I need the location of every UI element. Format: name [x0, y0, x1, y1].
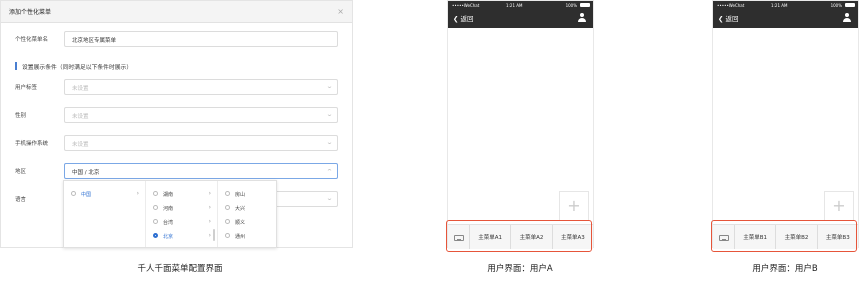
phone-user-a: •••••WeChat 1:21 AM 100% ❮ 返回 + 主菜单A1 主菜…: [447, 0, 594, 249]
carrier-text: •••••WeChat: [717, 3, 745, 8]
chevron-down-icon: ⌄: [325, 139, 334, 146]
radio-icon: [153, 191, 158, 196]
phone-user-b: •••••WeChat 1:21 AM 100% ❮ 返回 + 主菜单B1 主菜…: [712, 0, 859, 249]
region-row: 地区 中国 / 北京 ⌄: [1, 163, 354, 179]
menu-highlight-box: [711, 220, 857, 252]
gender-label: 性别: [15, 113, 27, 119]
battery-percent: 100%: [565, 3, 577, 8]
plus-icon[interactable]: +: [824, 191, 854, 221]
nav-bar: ❮ 返回: [448, 9, 593, 28]
country-option-china[interactable]: 中国 ›: [64, 189, 145, 199]
menu-name-value: 北京地区专属菜单: [72, 38, 117, 44]
radio-checked-icon: [153, 233, 158, 238]
user-tag-row: 用户标签 未设置 ⌄: [1, 79, 354, 95]
user-tag-select[interactable]: 未设置 ⌄: [64, 79, 338, 95]
dialog-header: 添加个性化菜单 ×: [1, 1, 352, 23]
city-column: 房山 大兴 顺义 通州: [218, 181, 276, 247]
language-label: 语言: [15, 197, 27, 203]
province-label: 湖南: [163, 191, 174, 198]
back-label: 返回: [725, 15, 739, 23]
menu-name-label: 个性化菜单名: [15, 37, 49, 43]
carrier-text: •••••WeChat: [452, 3, 480, 8]
battery-icon: [580, 3, 590, 7]
province-column: 湖南 › 河南 › 台湾 › 北京 ›: [146, 181, 218, 247]
city-option[interactable]: 顺义: [218, 217, 276, 227]
dialog-title: 添加个性化菜单: [9, 9, 52, 16]
province-option[interactable]: 湖南 ›: [146, 189, 217, 199]
region-select[interactable]: 中国 / 北京 ⌄: [64, 163, 338, 179]
radio-icon: [71, 191, 76, 196]
city-option[interactable]: 大兴: [218, 203, 276, 213]
chevron-right-icon: ›: [208, 217, 211, 225]
chevron-up-icon: ⌄: [325, 167, 334, 174]
city-label: 大兴: [235, 205, 246, 212]
chevron-right-icon: ›: [136, 189, 139, 197]
caption-config: 千人千面菜单配置界面: [137, 264, 223, 274]
user-profile-icon[interactable]: [842, 13, 852, 23]
province-label: 河南: [163, 205, 174, 212]
region-cascader: 中国 › 湖南 › 河南 › 台湾 › 北京 › 房山 大兴 顺义 通州: [63, 180, 277, 248]
chevron-right-icon: ›: [208, 231, 211, 239]
scrollbar[interactable]: [213, 229, 215, 241]
gender-placeholder: 未设置: [72, 114, 89, 120]
radio-icon: [153, 205, 158, 210]
province-label: 北京: [163, 233, 174, 240]
radio-icon: [225, 219, 230, 224]
user-tag-placeholder: 未设置: [72, 86, 89, 92]
battery-icon: [845, 3, 855, 7]
chevron-down-icon: ⌄: [325, 83, 334, 90]
user-profile-icon[interactable]: [577, 13, 587, 23]
chevron-right-icon: ›: [208, 189, 211, 197]
status-bar: •••••WeChat 1:21 AM 100%: [448, 1, 593, 9]
caption-user-a: 用户界面：用户A: [487, 264, 553, 274]
menu-name-input[interactable]: 北京地区专属菜单: [64, 31, 338, 47]
province-option[interactable]: 台湾 ›: [146, 217, 217, 227]
province-option-selected[interactable]: 北京 ›: [146, 231, 217, 241]
back-button[interactable]: ❮ 返回: [453, 13, 474, 23]
os-label: 手机操作系统: [15, 141, 49, 147]
province-label: 台湾: [163, 219, 174, 226]
menu-highlight-box: [446, 220, 592, 252]
city-label: 房山: [235, 191, 246, 198]
country-column: 中国 ›: [64, 181, 146, 247]
chevron-right-icon: ›: [208, 203, 211, 211]
radio-icon: [225, 191, 230, 196]
os-placeholder: 未设置: [72, 142, 89, 148]
radio-icon: [225, 233, 230, 238]
user-tag-label: 用户标签: [15, 85, 38, 91]
city-option[interactable]: 通州: [218, 231, 276, 241]
region-label: 地区: [15, 169, 27, 175]
province-option[interactable]: 河南 ›: [146, 203, 217, 213]
country-label: 中国: [81, 191, 92, 198]
chevron-down-icon: ⌄: [325, 195, 334, 202]
radio-icon: [153, 219, 158, 224]
os-row: 手机操作系统 未设置 ⌄: [1, 135, 354, 151]
battery-percent: 100%: [830, 3, 842, 8]
city-option[interactable]: 房山: [218, 189, 276, 199]
chevron-down-icon: ⌄: [325, 111, 334, 118]
status-bar: •••••WeChat 1:21 AM 100%: [713, 1, 858, 9]
plus-icon[interactable]: +: [559, 191, 589, 221]
caption-user-b: 用户界面：用户B: [752, 264, 818, 274]
region-value: 中国 / 北京: [72, 170, 100, 176]
gender-select[interactable]: 未设置 ⌄: [64, 107, 338, 123]
os-select[interactable]: 未设置 ⌄: [64, 135, 338, 151]
city-label: 顺义: [235, 219, 246, 226]
back-button[interactable]: ❮ 返回: [718, 13, 739, 23]
back-label: 返回: [460, 15, 474, 23]
nav-bar: ❮ 返回: [713, 9, 858, 28]
gender-row: 性别 未设置 ⌄: [1, 107, 354, 123]
section-accent-bar: [15, 62, 17, 70]
menu-name-row: 个性化菜单名 北京地区专属菜单: [1, 31, 354, 47]
clock-text: 1:21 AM: [506, 3, 523, 8]
section-title: 设置展示条件（同时满足以下条件时展示）: [22, 65, 133, 71]
city-label: 通州: [235, 233, 246, 240]
clock-text: 1:21 AM: [771, 3, 788, 8]
radio-icon: [225, 205, 230, 210]
close-icon[interactable]: ×: [337, 7, 344, 16]
